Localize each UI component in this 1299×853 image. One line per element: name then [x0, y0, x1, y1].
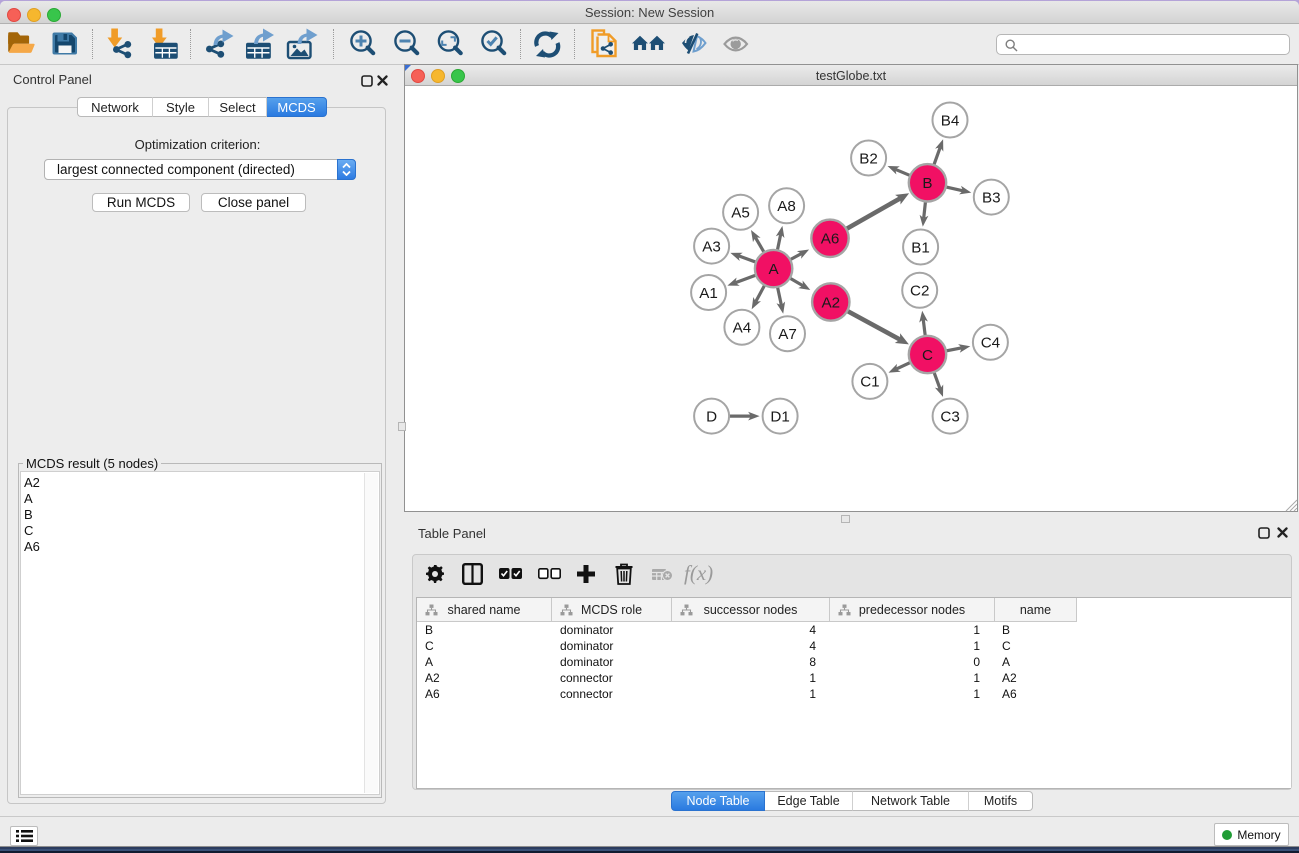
svg-text:A7: A7 — [778, 326, 797, 343]
svg-text:D: D — [706, 408, 717, 425]
svg-text:A1: A1 — [699, 285, 718, 302]
svg-text:A: A — [769, 261, 780, 278]
svg-text:C: C — [922, 347, 933, 364]
svg-text:C4: C4 — [981, 335, 1000, 352]
svg-text:A4: A4 — [733, 320, 752, 337]
svg-text:B3: B3 — [982, 189, 1001, 206]
svg-text:B2: B2 — [859, 150, 878, 167]
svg-text:A3: A3 — [702, 238, 721, 255]
svg-text:A6: A6 — [821, 231, 840, 248]
svg-text:C2: C2 — [910, 283, 929, 300]
svg-text:A8: A8 — [777, 198, 796, 215]
svg-text:D1: D1 — [770, 408, 789, 425]
svg-text:B1: B1 — [911, 239, 930, 256]
svg-text:C1: C1 — [860, 374, 879, 391]
svg-text:C3: C3 — [940, 408, 959, 425]
svg-text:A5: A5 — [731, 205, 750, 222]
svg-text:A2: A2 — [822, 294, 841, 311]
svg-text:B: B — [922, 175, 932, 192]
svg-text:B4: B4 — [941, 112, 960, 129]
